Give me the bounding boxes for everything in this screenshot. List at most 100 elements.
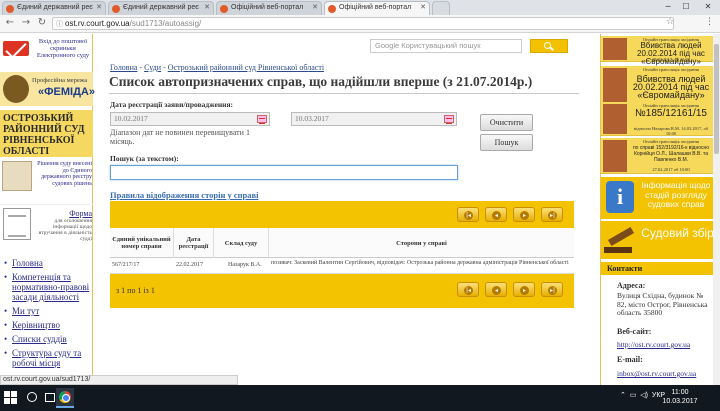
- up-arrow-icon[interactable]: ⌃: [620, 392, 626, 399]
- contacts-heading: Контакти: [601, 262, 714, 275]
- nav-item-judges[interactable]: Списки суддів: [4, 334, 92, 344]
- next-page-icon: ▸: [520, 211, 529, 220]
- left-nav-menu: Головна Компетенція та нормативно-правов…: [4, 258, 92, 372]
- back-icon[interactable]: ←: [3, 16, 17, 30]
- search-icon: [544, 42, 551, 49]
- email-link[interactable]: inbox@ost.rv.court.gov.ua: [617, 369, 713, 379]
- form-document-icon: [3, 208, 31, 240]
- calendar-icon[interactable]: [257, 115, 267, 124]
- os-search-icon[interactable]: [27, 392, 37, 402]
- close-tab-icon[interactable]: ✕: [420, 2, 426, 14]
- browser-tab[interactable]: Єдиний державний реє ✕: [2, 1, 106, 15]
- nav-item-competence[interactable]: Компетенція та нормативно-правові засади…: [4, 272, 92, 302]
- decisions-register-link[interactable]: Рішення суду внесені до Єдиного державно…: [0, 159, 93, 195]
- date-from-field[interactable]: 10.02.2017: [110, 112, 270, 126]
- table-row[interactable]: 567/217/17 22.02.2017 Назарук В.А. позив…: [110, 258, 574, 274]
- last-page-icon: ▸|: [548, 286, 557, 295]
- favicon-icon: [220, 5, 228, 13]
- browser-tab[interactable]: Єдиний державний реє ✕: [108, 1, 214, 15]
- display-rules-link[interactable]: Правила відображення сторін у справі: [110, 190, 258, 200]
- browser-menu-icon[interactable]: ⋮: [705, 17, 714, 27]
- website-link[interactable]: http://ost.rv.court.gov.ua: [617, 340, 713, 350]
- address-bar[interactable]: ⓘ ost.rv.court.gov.ua/sud1713/autoassig/: [52, 17, 674, 30]
- first-page-button[interactable]: |◂: [457, 207, 479, 222]
- e-court-mail-link[interactable]: Вхід до поштової скриньки Електронного с…: [0, 36, 93, 60]
- left-sidebar: Вхід до поштової скриньки Електронного с…: [0, 34, 95, 385]
- chrome-icon: [59, 391, 71, 403]
- prev-page-button[interactable]: ◂: [485, 282, 507, 297]
- browser-tab[interactable]: Офіційний веб-портал ✕: [216, 1, 322, 15]
- last-page-button[interactable]: ▸|: [541, 207, 563, 222]
- nav-item-location[interactable]: Ми тут: [4, 306, 92, 316]
- favicon-icon: [112, 5, 120, 13]
- interference-form-link[interactable]: Форма для оголошення інформації щодо втр…: [0, 204, 93, 244]
- next-page-button[interactable]: ▸: [513, 282, 535, 297]
- main-content: Google Користувацький пошук Головна - Су…: [103, 34, 593, 385]
- bookmark-star-icon[interactable]: ☆: [666, 17, 674, 27]
- page-scrollbar[interactable]: [713, 34, 720, 385]
- system-tray: ⌃ ▭ ◁) УКР: [620, 391, 665, 399]
- envelope-icon: [3, 41, 29, 56]
- last-page-button[interactable]: ▸|: [541, 282, 563, 297]
- col-case-number[interactable]: Єдиний унікальний номер справи: [110, 228, 174, 258]
- close-window-icon[interactable]: ✕: [696, 0, 720, 14]
- calendar-icon[interactable]: [444, 115, 454, 124]
- breadcrumb-courts[interactable]: Суди: [144, 63, 161, 72]
- new-tab-button[interactable]: [432, 1, 450, 15]
- forward-icon[interactable]: →: [19, 16, 33, 30]
- broadcast-thumbnail-icon: [603, 104, 627, 134]
- info-icon: i: [606, 181, 634, 213]
- task-view-icon[interactable]: [45, 393, 55, 402]
- col-reg-date[interactable]: Дата реєстрації: [174, 228, 214, 258]
- site-search-button[interactable]: [530, 39, 568, 53]
- network-icon[interactable]: ▭: [630, 392, 637, 399]
- nav-item-management[interactable]: Керівництво: [4, 320, 92, 330]
- favicon-icon: [328, 5, 336, 13]
- broadcast-banner[interactable]: Онлайн трансляція засідання по справі 15…: [601, 138, 714, 174]
- nav-item-structure[interactable]: Структура суду та робочі місця: [4, 348, 92, 368]
- date-to-field[interactable]: 10.03.2017: [291, 112, 457, 126]
- site-search-input[interactable]: Google Користувацький пошук: [370, 39, 522, 53]
- next-page-button[interactable]: ▸: [513, 207, 535, 222]
- close-tab-icon[interactable]: ✕: [96, 2, 102, 14]
- breadcrumb-court[interactable]: Острозький районний суд Рівненської обла…: [168, 63, 324, 72]
- last-page-icon: ▸|: [548, 211, 557, 220]
- nav-item-home[interactable]: Головна: [4, 258, 92, 268]
- book-icon: [2, 161, 32, 191]
- browser-toolbar: ← → ↻ ⓘ ost.rv.court.gov.ua/sud1713/autoa…: [0, 15, 720, 33]
- grid-pager-bottom: |◂ ◂ ▸ ▸|: [110, 274, 574, 308]
- col-judge[interactable]: Склад суду: [214, 228, 269, 258]
- prev-page-button[interactable]: ◂: [485, 207, 507, 222]
- court-fee-link[interactable]: Судовий збір: [601, 221, 714, 259]
- volume-icon[interactable]: ◁): [640, 392, 648, 399]
- page-info-icon[interactable]: ⓘ: [56, 19, 63, 30]
- os-taskbar: ⌃ ▭ ◁) УКР 11:00 10.03.2017: [0, 385, 720, 411]
- windows-start-icon[interactable]: [4, 391, 18, 405]
- broadcast-banner[interactable]: Онлайн трансляція засідання Вбивства люд…: [601, 36, 714, 66]
- broadcast-banner[interactable]: Онлайн трансляція засідання №185/12161/1…: [601, 102, 714, 136]
- col-parties[interactable]: Сторони у справі: [269, 228, 574, 258]
- femida-banner[interactable]: Професійна мережа «ФЕМІДА»: [0, 72, 95, 106]
- close-tab-icon[interactable]: ✕: [312, 2, 318, 14]
- case-stages-info-link[interactable]: i Інформація щодо стадій розгляду судови…: [601, 177, 714, 219]
- maximize-icon[interactable]: ☐: [674, 0, 698, 14]
- search-button[interactable]: Пошук: [480, 134, 533, 151]
- close-tab-icon[interactable]: ✕: [204, 2, 210, 14]
- table-header: Єдиний унікальний номер справи Дата реєс…: [110, 228, 574, 258]
- scroll-thumb[interactable]: [714, 44, 719, 154]
- first-page-icon: |◂: [464, 211, 473, 220]
- next-page-icon: ▸: [520, 286, 529, 295]
- breadcrumb-home[interactable]: Головна: [110, 63, 137, 72]
- text-search-input[interactable]: [110, 165, 458, 180]
- cell-case-number: 567/217/17: [112, 262, 140, 268]
- clock[interactable]: 11:00 10.03.2017: [660, 388, 700, 406]
- date-range-hint: Діапазон дат не повинен перевищувати 1 м…: [110, 128, 250, 146]
- page-info: з 1 по 1 із 1: [116, 286, 155, 295]
- prev-page-icon: ◂: [492, 286, 501, 295]
- reload-icon[interactable]: ↻: [35, 16, 49, 30]
- clear-button[interactable]: Очистити: [480, 114, 533, 131]
- first-page-button[interactable]: |◂: [457, 282, 479, 297]
- browser-tab-active[interactable]: Офіційний веб-портал ✕: [324, 1, 430, 15]
- chrome-taskbar-button[interactable]: [56, 388, 74, 408]
- gavel-icon: [604, 225, 638, 255]
